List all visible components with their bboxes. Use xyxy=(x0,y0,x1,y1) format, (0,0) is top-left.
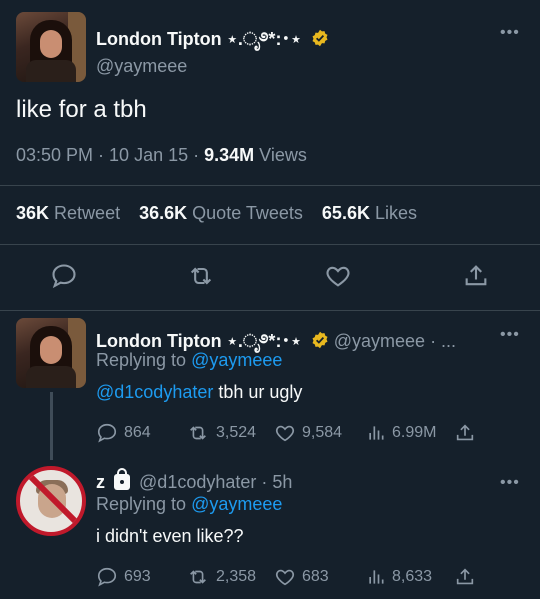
thread-connector xyxy=(50,392,53,460)
retweet-icon xyxy=(190,570,206,584)
avatar-london[interactable] xyxy=(16,12,86,82)
like-icon xyxy=(275,425,295,442)
tweet-stats: 36K Retweet 36.6K Quote Tweets 65.6K Lik… xyxy=(16,203,417,224)
reply1-text: @d1codyhater tbh ur ugly xyxy=(96,382,303,402)
reply1-retweet-button[interactable]: 3,524 xyxy=(186,422,256,444)
retweet-icon xyxy=(190,426,206,440)
reply2-reply-button[interactable]: 693 xyxy=(96,566,151,588)
reply2-replying: Replying to @yaymeee xyxy=(96,494,283,514)
reply-icon[interactable] xyxy=(50,262,78,290)
share-icon[interactable] xyxy=(454,422,476,444)
reply1-replying: Replying to @yaymeee xyxy=(96,350,283,370)
reply1-reply-button[interactable]: 864 xyxy=(96,422,151,444)
verified-badge-icon xyxy=(312,331,328,349)
analytics-icon xyxy=(369,426,384,440)
reply1-handle[interactable]: @yaymeee xyxy=(334,331,425,351)
tweet-text: like for a tbh xyxy=(16,96,147,123)
reply2-header: z @d1codyhater · 5h xyxy=(96,468,293,493)
retweets-stat[interactable]: 36K Retweet xyxy=(16,203,120,223)
tweet-meta: 03:50 PM · 10 Jan 15 · 9.34M Views xyxy=(16,145,307,165)
reply2-text: i didn't even like?? xyxy=(96,526,244,546)
analytics-icon xyxy=(369,570,384,584)
avatar-london[interactable] xyxy=(16,318,86,388)
reply-icon xyxy=(97,567,117,587)
divider xyxy=(0,310,540,311)
lock-icon xyxy=(114,468,131,490)
reply2-handle[interactable]: @d1codyhater xyxy=(139,472,256,492)
reply2-retweet-button[interactable]: 2,358 xyxy=(186,566,256,588)
retweet-icon[interactable] xyxy=(186,262,216,290)
handle[interactable]: @yaymeee xyxy=(96,56,187,77)
reply2-time: · 5h xyxy=(261,472,293,492)
divider xyxy=(0,244,540,245)
mention-link[interactable]: @d1codyhater xyxy=(96,382,213,402)
reply2-display-name[interactable]: z xyxy=(96,472,105,492)
reply2-like-button[interactable]: 683 xyxy=(274,566,329,588)
quotes-stat[interactable]: 36.6K Quote Tweets xyxy=(139,203,303,223)
more-options-icon[interactable]: ••• xyxy=(500,24,520,42)
views-count: 9.34M xyxy=(204,145,255,165)
reply1-trailing: · ... xyxy=(430,331,457,351)
tweet-time: 03:50 PM xyxy=(16,145,94,165)
divider xyxy=(0,185,540,186)
replying-to-link[interactable]: @yaymeee xyxy=(191,350,282,370)
reply1-like-button[interactable]: 9,584 xyxy=(274,422,342,444)
reply-icon xyxy=(97,423,117,443)
tweet-date: 10 Jan 15 xyxy=(109,145,189,165)
views-label: Views xyxy=(259,145,307,165)
reply2-views-button[interactable]: 8,633 xyxy=(366,566,432,588)
avatar-z[interactable] xyxy=(16,466,86,536)
more-options-icon[interactable]: ••• xyxy=(500,326,520,344)
more-options-icon[interactable]: ••• xyxy=(500,474,520,492)
share-icon[interactable] xyxy=(454,566,476,588)
reply1-display-name[interactable]: London Tipton ⋆.ೃ࿔*:･⋆ xyxy=(96,331,302,351)
like-icon[interactable] xyxy=(324,262,352,290)
share-icon[interactable] xyxy=(462,262,490,290)
likes-stat[interactable]: 65.6K Likes xyxy=(322,203,417,223)
replying-to-link[interactable]: @yaymeee xyxy=(191,494,282,514)
like-icon xyxy=(275,569,295,586)
verified-badge-icon xyxy=(312,29,328,47)
reply1-views-button[interactable]: 6.99M xyxy=(366,422,436,444)
